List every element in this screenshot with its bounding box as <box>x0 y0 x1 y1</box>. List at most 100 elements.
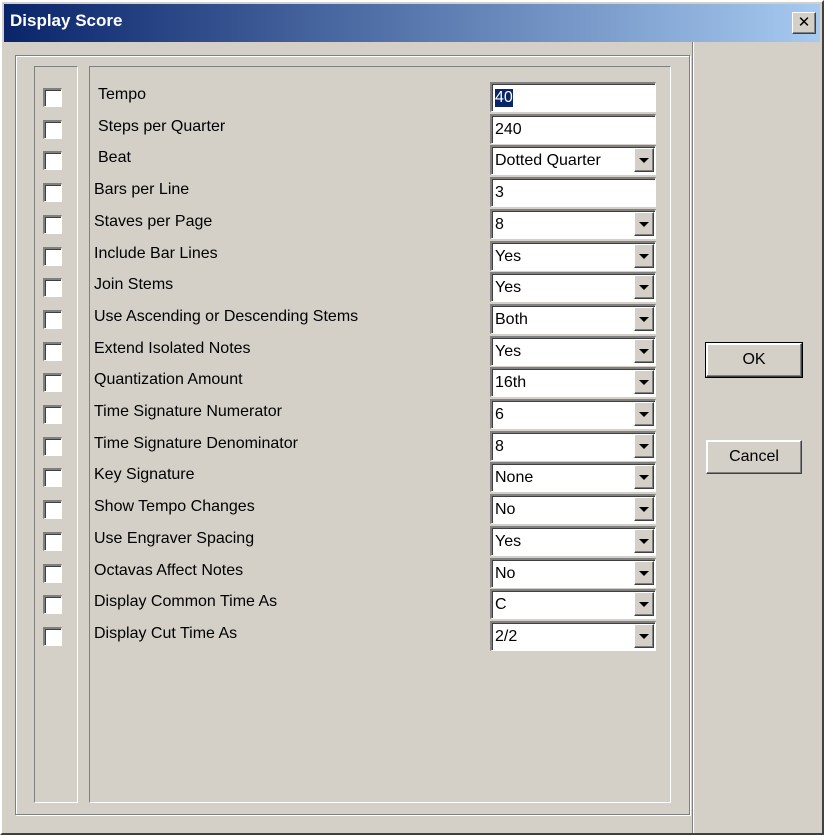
setting-row: Staves per Page 8 <box>0 207 690 239</box>
setting-checkbox[interactable] <box>43 309 62 329</box>
setting-dropdown[interactable]: Yes <box>490 240 656 271</box>
setting-dropdown[interactable]: No <box>490 557 656 588</box>
setting-row: Tempo 40 <box>0 80 690 112</box>
chevron-down-icon[interactable] <box>634 592 654 617</box>
setting-dropdown[interactable]: Yes <box>490 525 656 556</box>
setting-dropdown[interactable]: Yes <box>490 272 656 303</box>
setting-label: Use Ascending or Descending Stems <box>94 307 359 325</box>
setting-row: Beat Dotted Quarter <box>0 143 690 176</box>
setting-value: 240 <box>495 120 522 138</box>
ok-button[interactable]: OK <box>705 342 803 378</box>
chevron-down-icon[interactable] <box>634 497 654 522</box>
setting-row: Bars per Line 3 <box>0 175 690 208</box>
setting-value: Both <box>495 310 528 328</box>
chevron-down-icon[interactable] <box>634 370 654 395</box>
setting-label: Display Common Time As <box>94 593 278 611</box>
setting-checkbox[interactable] <box>43 436 62 456</box>
title-bar[interactable]: Display Score ✕ <box>4 4 820 42</box>
setting-label: Show Tempo Changes <box>94 498 255 516</box>
chevron-down-icon[interactable] <box>634 623 654 648</box>
setting-label: Steps per Quarter <box>98 117 226 135</box>
setting-checkbox[interactable] <box>43 183 62 203</box>
setting-dropdown[interactable]: 6 <box>490 399 656 429</box>
setting-label: Display Cut Time As <box>94 624 238 642</box>
setting-row: Extend Isolated Notes Yes <box>0 334 690 366</box>
setting-value: Dotted Quarter <box>495 152 601 170</box>
setting-dropdown[interactable]: No <box>490 494 656 525</box>
chevron-down-icon[interactable] <box>634 528 654 553</box>
setting-input[interactable]: 3 <box>490 177 656 208</box>
setting-row: Use Engraver Spacing Yes <box>0 524 690 556</box>
dialog-title: Display Score <box>10 11 123 30</box>
setting-value: 40 <box>495 89 513 107</box>
chevron-down-icon[interactable] <box>634 338 654 363</box>
setting-checkbox[interactable] <box>43 405 62 424</box>
setting-checkbox[interactable] <box>43 563 62 583</box>
setting-value: Yes <box>495 247 522 265</box>
chevron-down-icon[interactable] <box>634 243 654 268</box>
setting-row: Join Stems Yes <box>0 270 690 303</box>
setting-value: 8 <box>495 437 504 455</box>
setting-checkbox[interactable] <box>43 278 62 298</box>
setting-checkbox[interactable] <box>43 214 62 234</box>
setting-checkbox[interactable] <box>43 595 62 615</box>
setting-value: C <box>495 596 507 614</box>
setting-label: Extend Isolated Notes <box>94 339 251 357</box>
setting-value: 6 <box>495 406 504 423</box>
setting-row: Key Signature None <box>0 460 690 493</box>
setting-label: Tempo <box>98 86 147 103</box>
setting-label: Use Engraver Spacing <box>94 529 255 547</box>
setting-dropdown[interactable]: Yes <box>490 335 656 366</box>
setting-dropdown[interactable]: Both <box>490 303 656 334</box>
chevron-down-icon[interactable] <box>634 275 654 300</box>
setting-value: No <box>495 501 516 519</box>
setting-dropdown[interactable]: 2/2 <box>490 620 656 651</box>
setting-checkbox[interactable] <box>43 531 62 551</box>
setting-row: Quantization Amount 16th <box>0 365 690 398</box>
setting-checkbox[interactable] <box>43 119 62 139</box>
chevron-down-icon[interactable] <box>634 402 654 426</box>
setting-label: Time Signature Numerator <box>94 403 282 420</box>
chevron-down-icon[interactable] <box>634 306 654 331</box>
setting-row: Show Tempo Changes No <box>0 492 690 525</box>
setting-label: Beat <box>98 149 131 167</box>
setting-checkbox[interactable] <box>43 373 62 393</box>
setting-checkbox[interactable] <box>43 468 62 488</box>
setting-checkbox[interactable] <box>43 151 62 171</box>
setting-label: Time Signature Denominator <box>94 434 298 452</box>
setting-row: Time Signature Numerator 6 <box>0 397 690 429</box>
setting-checkbox[interactable] <box>43 246 62 266</box>
setting-dropdown[interactable]: 8 <box>490 430 656 461</box>
setting-checkbox[interactable] <box>43 626 62 646</box>
chevron-down-icon[interactable] <box>634 211 654 236</box>
setting-value: None <box>495 469 534 487</box>
chevron-down-icon[interactable] <box>634 148 654 173</box>
setting-row: Display Common Time As C <box>0 587 690 620</box>
setting-value: No <box>495 564 516 582</box>
chevron-down-icon[interactable] <box>634 560 654 585</box>
setting-value: Yes <box>495 279 522 297</box>
setting-dropdown[interactable]: 16th <box>490 367 656 398</box>
chevron-down-icon[interactable] <box>634 433 654 458</box>
setting-label: Key Signature <box>94 466 195 484</box>
setting-checkbox[interactable] <box>43 341 62 361</box>
setting-label: Octavas Affect Notes <box>94 561 244 579</box>
setting-value: Yes <box>495 532 522 550</box>
close-icon[interactable]: ✕ <box>792 12 816 34</box>
setting-dropdown[interactable]: C <box>490 589 656 620</box>
setting-value: Yes <box>495 342 522 360</box>
setting-row: Include Bar Lines Yes <box>0 239 690 271</box>
setting-dropdown[interactable]: 8 <box>490 208 656 239</box>
setting-dropdown[interactable]: Dotted Quarter <box>490 145 656 176</box>
setting-value: 8 <box>495 215 504 233</box>
setting-label: Bars per Line <box>94 181 190 199</box>
setting-label: Quantization Amount <box>94 371 243 389</box>
cancel-button[interactable]: Cancel <box>706 440 802 474</box>
setting-value: 2/2 <box>495 627 518 645</box>
setting-checkbox[interactable] <box>43 88 62 107</box>
setting-checkbox[interactable] <box>43 500 62 520</box>
chevron-down-icon[interactable] <box>634 465 654 490</box>
setting-dropdown[interactable]: None <box>490 462 656 493</box>
setting-input[interactable]: 40 <box>490 82 656 112</box>
setting-input[interactable]: 240 <box>490 113 656 144</box>
